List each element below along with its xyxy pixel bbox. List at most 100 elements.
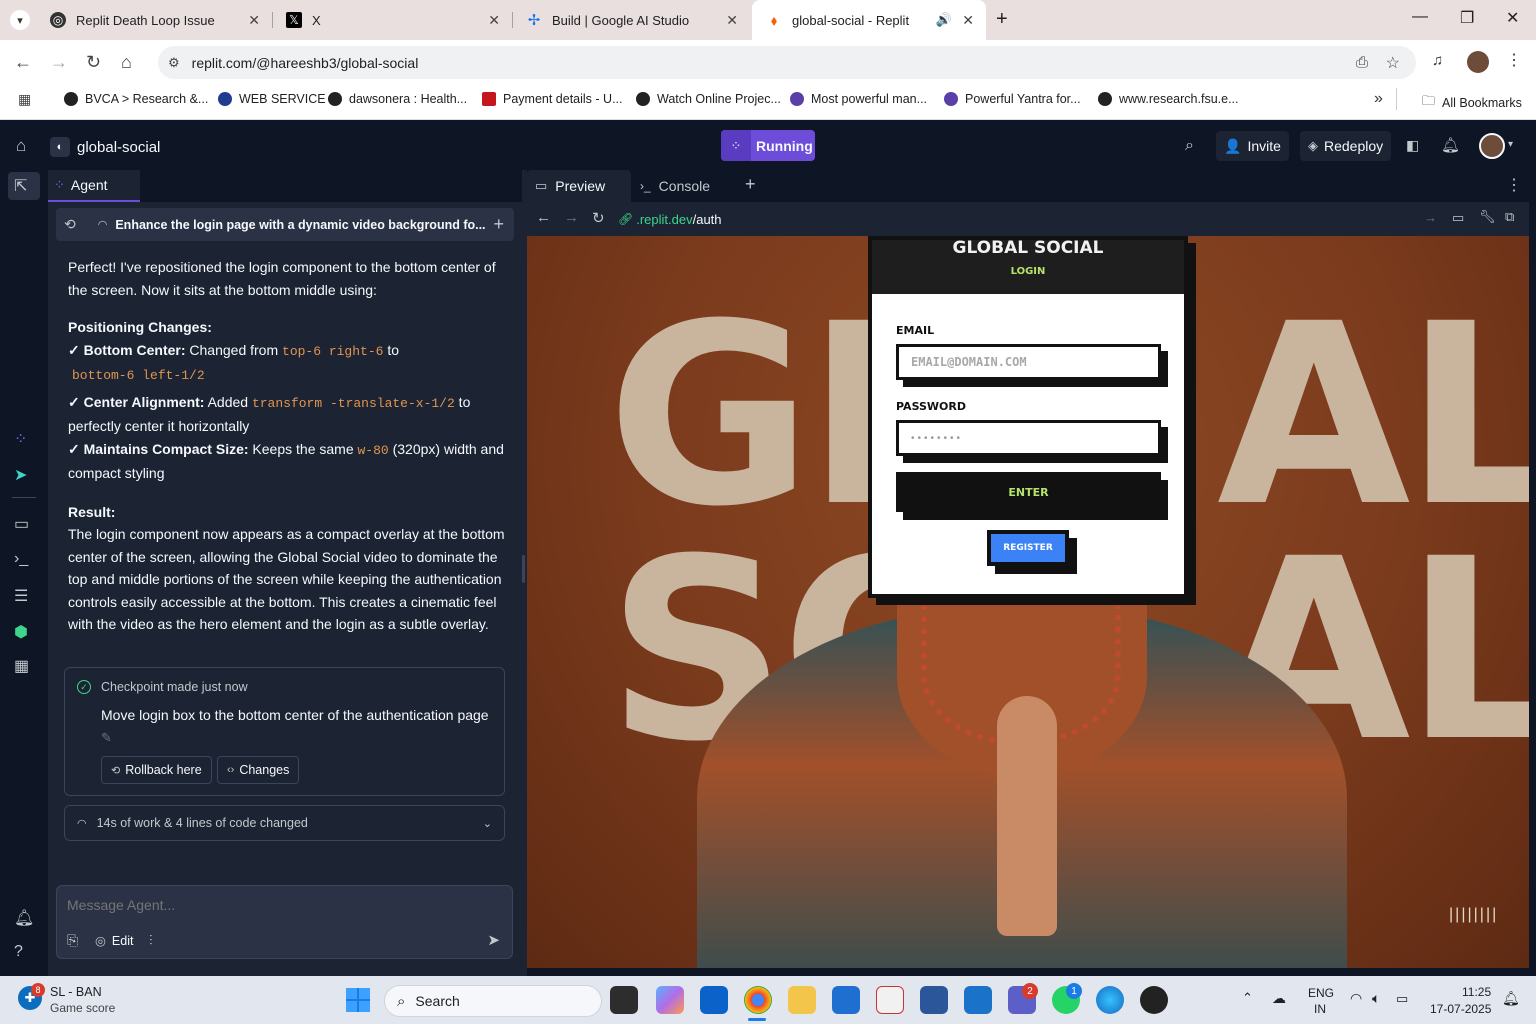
all-bookmarks[interactable]: 🗀 All Bookmarks [1422, 92, 1522, 114]
open-window-icon[interactable]: ◧ [1406, 137, 1419, 154]
preview-monitor-icon[interactable]: ▭ [14, 514, 29, 534]
site-info-icon[interactable]: ⚙ [168, 55, 180, 71]
notifications-bell-icon[interactable]: 🔔︎ [1441, 136, 1460, 154]
show-hidden-icons-icon[interactable]: ⌃ [1242, 990, 1253, 1006]
redeploy-button[interactable]: ◈ Redeploy [1300, 131, 1392, 161]
project-name[interactable]: ◐ global-social [50, 135, 160, 159]
trello-icon[interactable] [700, 986, 728, 1014]
search-icon[interactable]: ⌕ [1185, 137, 1194, 155]
chrome-icon[interactable] [744, 986, 772, 1014]
open-new-tab-icon[interactable]: ⧉ [1505, 209, 1514, 225]
file-explorer-icon[interactable] [788, 986, 816, 1014]
taskbar-search[interactable]: ⌕ Search [384, 985, 602, 1017]
audio-playing-icon[interactable]: 🔊 [936, 12, 952, 28]
invite-button[interactable]: 👤 Invite [1216, 131, 1289, 161]
volume-icon[interactable]: 🔈︎ [1372, 990, 1380, 1007]
agent-grid-icon[interactable]: ⁘ [14, 429, 27, 449]
tab-agent[interactable]: ⁘ Agent [48, 170, 140, 202]
deployments-icon[interactable]: ⬢ [14, 622, 28, 642]
install-app-icon[interactable]: ⎙ [1356, 54, 1368, 71]
tab-preview[interactable]: ▭ Preview [527, 170, 631, 202]
close-tab-icon[interactable]: ✕ [726, 12, 738, 29]
help-icon[interactable]: ? [14, 943, 23, 961]
battery-icon[interactable]: ▭ [1396, 991, 1408, 1007]
chevron-down-icon[interactable]: ▾ [1508, 139, 1513, 150]
email-input[interactable]: EMAIL@DOMAIN.COM [896, 344, 1161, 380]
files-toggle-icon[interactable]: ⇱ [14, 176, 27, 196]
home-icon[interactable]: ⌂ [16, 136, 26, 156]
bookmark-item[interactable]: Watch Online Projec... [636, 92, 781, 106]
windows-start-icon[interactable] [346, 988, 370, 1012]
close-tab-icon[interactable]: ✕ [248, 12, 260, 29]
close-tab-icon[interactable]: ✕ [962, 12, 974, 29]
bookmark-item[interactable]: Most powerful man... [790, 92, 927, 106]
edit-mode-button[interactable]: ◎ Edit [95, 933, 133, 949]
snipping-tool-icon[interactable] [876, 986, 904, 1014]
bookmark-item[interactable]: WEB SERVICE [218, 92, 326, 106]
reload-icon[interactable]: ↻ [592, 209, 605, 227]
message-agent-input[interactable] [67, 894, 497, 916]
bookmark-item[interactable]: BVCA > Research &... [64, 92, 208, 106]
more-options-icon[interactable]: ⋮ [1506, 175, 1522, 195]
attach-paperclip-icon[interactable]: ⎘ [67, 932, 78, 949]
assistant-icon[interactable]: ➤ [14, 465, 27, 485]
all-tools-icon[interactable]: ▦ [14, 656, 29, 676]
back-icon[interactable]: ← [14, 52, 32, 73]
apps-grid-icon[interactable]: ▦ [18, 91, 31, 108]
browser-tab[interactable]: ✢ Build | Google AI Studio ✕ [512, 0, 750, 40]
bookmark-item[interactable]: Payment details - U... [482, 92, 623, 106]
register-button[interactable]: REGISTER [987, 530, 1069, 566]
release-notes-icon[interactable]: 🔔︎ [14, 908, 34, 928]
settings-sliders-icon[interactable]: ⫶ [149, 932, 153, 949]
close-tab-icon[interactable]: ✕ [488, 12, 500, 29]
maximize-icon[interactable]: ❐ [1460, 8, 1474, 28]
widget-title[interactable]: SL - BAN [50, 985, 102, 999]
browser-tab[interactable]: 𝕏 X ✕ [272, 0, 512, 40]
reload-icon[interactable]: ↻ [86, 52, 101, 73]
media-control-icon[interactable]: ♫ [1432, 52, 1443, 69]
preview-url-field[interactable]: 🔗︎ .replit.dev/auth [618, 210, 722, 228]
devtools-wrench-icon[interactable]: 🔧︎ [1479, 209, 1496, 225]
tab-console[interactable]: ›_ Console [632, 170, 734, 202]
user-avatar[interactable] [1479, 133, 1505, 159]
media-player-icon[interactable] [1140, 986, 1168, 1014]
store-icon[interactable] [832, 986, 860, 1014]
language-indicator[interactable]: ENG [1308, 986, 1334, 1000]
new-thread-plus-icon[interactable]: + [493, 214, 504, 235]
panel-resize-handle[interactable] [522, 555, 525, 583]
database-icon[interactable]: ☰ [14, 586, 28, 606]
device-icon[interactable]: ▭ [1452, 210, 1464, 226]
minimize-icon[interactable]: — [1412, 8, 1428, 26]
forward-icon[interactable]: → [50, 52, 68, 73]
edit-pencil-icon[interactable]: ✎ [101, 730, 112, 745]
bookmark-item[interactable]: www.research.fsu.e... [1098, 92, 1239, 106]
clock-time[interactable]: 11:25 [1462, 985, 1491, 999]
audio-bars-icon[interactable]: |||||||| [1449, 906, 1498, 924]
bookmark-item[interactable]: dawsonera : Health... [328, 92, 467, 106]
password-input[interactable]: •••••••• [896, 420, 1161, 456]
add-tab-plus-icon[interactable]: + [745, 174, 756, 195]
close-window-icon[interactable]: ✕ [1506, 8, 1519, 28]
bookmark-star-icon[interactable]: ☆ [1386, 53, 1400, 73]
word-icon[interactable] [920, 986, 948, 1014]
notification-center-icon[interactable]: 🔔︎ [1502, 990, 1520, 1007]
enter-button[interactable]: ENTER [896, 472, 1161, 512]
rollback-button[interactable]: ⟲ Rollback here [101, 756, 212, 784]
changes-button[interactable]: ‹› Changes [217, 756, 300, 784]
history-icon[interactable]: ⟲ [64, 216, 76, 233]
copilot-icon[interactable] [656, 986, 684, 1014]
chrome-menu-icon[interactable]: ⋮ [1506, 50, 1522, 70]
profile-avatar[interactable] [1467, 51, 1489, 73]
back-icon[interactable]: ← [536, 209, 551, 226]
more-bookmarks-icon[interactable]: » [1374, 90, 1383, 108]
edge-icon[interactable] [1096, 986, 1124, 1014]
forward-icon[interactable]: → [564, 209, 579, 226]
work-summary-row[interactable]: ◠ 14s of work & 4 lines of code changed … [64, 805, 505, 841]
send-icon[interactable]: ➤ [487, 931, 500, 949]
console-icon[interactable]: ›_ [14, 550, 28, 568]
onedrive-cloud-icon[interactable]: ☁ [1272, 990, 1286, 1007]
tab-search-icon[interactable]: ▾ [10, 10, 30, 30]
task-view-icon[interactable] [610, 986, 638, 1014]
bookmark-item[interactable]: Powerful Yantra for... [944, 92, 1081, 106]
address-bar[interactable]: ⚙ replit.com/@hareeshb3/global-social ⎙ … [158, 46, 1416, 79]
